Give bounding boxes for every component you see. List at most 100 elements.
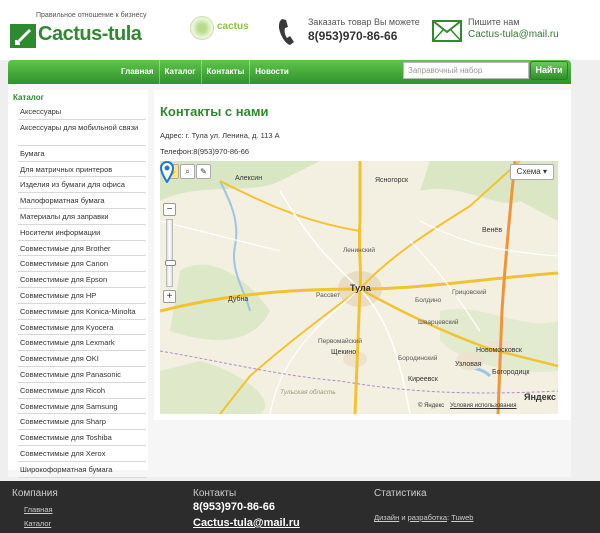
map-copyright: © Яндекс xyxy=(418,403,445,409)
category-item[interactable]: Материалы для заправки xyxy=(18,209,146,225)
credit-design-link[interactable]: Дизайн xyxy=(374,513,399,522)
nav-home[interactable]: Главная xyxy=(116,60,159,84)
logo-brand: Cactus-tula xyxy=(38,23,142,45)
map-label-grytsovsky: Грицовский xyxy=(452,289,487,296)
yandex-map[interactable]: ✋ ⌕ ✎ Схема ▾ − + Алексин Ясногорск Венё… xyxy=(160,161,558,414)
footer-link-catalog[interactable]: Каталог xyxy=(24,517,58,531)
zoom-out-button[interactable]: − xyxy=(163,203,176,216)
yandex-logo-text: Яндекс xyxy=(524,392,557,402)
category-item[interactable]: Бумага xyxy=(18,146,146,162)
header-email-link[interactable]: Cactus-tula@mail.ru xyxy=(468,29,559,40)
nav-news[interactable]: Новости xyxy=(249,60,294,84)
map-label-leninsky: Ленинский xyxy=(343,247,376,254)
category-item[interactable]: Совместимые для Konica-Minolta xyxy=(18,304,146,320)
category-item[interactable]: Совместимые для Toshiba xyxy=(18,430,146,446)
footer-stats: Статистика Дизайн и разработка: Tuweb xyxy=(374,488,473,522)
map-label-kireevsk: Киреевск xyxy=(408,376,438,383)
phone-icon xyxy=(278,19,294,45)
category-item[interactable]: Широкоформатная бумага xyxy=(18,462,146,478)
page-title: Контакты с нами xyxy=(160,104,269,119)
site-footer: Компания Главная Каталог Контакты 8(953)… xyxy=(0,481,600,533)
map-label-uzlovaya: Узловая xyxy=(455,361,482,368)
partner-badge-label: cactus xyxy=(217,21,249,32)
zoom-control: − + xyxy=(163,203,177,303)
footer-company-links: Главная Каталог xyxy=(24,503,58,531)
main-navbar: Главная Каталог Контакты Новости Заправо… xyxy=(8,60,571,84)
order-label: Заказать товар Вы можете xyxy=(308,17,420,27)
footer-credits: Дизайн и разработка: Tuweb xyxy=(374,513,473,522)
category-item[interactable]: Совместимые для Sharp xyxy=(18,414,146,431)
category-item[interactable]: Совместимые для Canon xyxy=(18,256,146,273)
nav-catalog[interactable]: Каталог xyxy=(158,60,201,84)
magnifier-icon[interactable]: ⌕ xyxy=(180,164,195,179)
credit-sep: : xyxy=(447,513,450,522)
catalog-sidebar: Каталог Аксессуары Аксессуары для мобиль… xyxy=(8,90,148,478)
map-label-novomoskovsk: Новомосковск xyxy=(476,347,522,354)
map-label-region: Тульская область xyxy=(280,389,336,396)
address-text: Адрес: г. Тула ул. Ленина, д. 113 А xyxy=(160,131,280,140)
category-item[interactable]: Совместимые для Lexmark xyxy=(18,335,146,352)
zoom-in-button[interactable]: + xyxy=(163,290,176,303)
footer-phone: 8(953)970-86-66 xyxy=(193,501,275,513)
partner-logo-icon xyxy=(190,16,214,40)
category-item[interactable]: Изделия из бумаги для офиса xyxy=(18,177,146,194)
zoom-slider[interactable] xyxy=(165,219,176,287)
category-item[interactable]: Совместимые для Kyocera xyxy=(18,320,146,336)
credit-author-link[interactable]: Tuweb xyxy=(451,513,473,522)
category-item[interactable]: Малоформатная бумага xyxy=(18,193,146,209)
map-type-selector[interactable]: Схема ▾ xyxy=(509,164,554,180)
header-mail-block: Пишите нам Cactus-tula@mail.ru xyxy=(432,16,572,48)
category-item[interactable]: Совместимые для Ricoh xyxy=(18,383,146,399)
site-header: Правильное отношение к бизнесу Cactus-tu… xyxy=(0,0,600,60)
nav-contacts[interactable]: Контакты xyxy=(200,60,250,84)
location-pin-icon[interactable] xyxy=(160,161,174,183)
footer-email-link[interactable]: Cactus-tula@mail.ru xyxy=(193,515,300,531)
map-label-yasnogorsk: Ясногорск xyxy=(375,177,409,184)
category-item[interactable]: Совместимые для OKI xyxy=(18,351,146,367)
logo-tagline: Правильное отношение к бизнесу xyxy=(36,12,147,19)
category-item[interactable]: Совместимые для Brother xyxy=(18,241,146,257)
credit-dev-link[interactable]: разработка xyxy=(408,513,447,522)
header-phone-block: Заказать товар Вы можете 8(953)970-86-66 xyxy=(278,16,428,48)
footer-stats-title: Статистика xyxy=(374,488,427,499)
category-item[interactable]: Аксессуары xyxy=(18,104,146,120)
header-phone-number: 8(953)970-86-66 xyxy=(308,29,398,43)
map-label-aleksin: Алексин xyxy=(235,175,263,182)
site-logo[interactable]: Правильное отношение к бизнесу Cactus-tu… xyxy=(10,10,150,48)
credit-and: и xyxy=(401,513,406,522)
mail-label: Пишите нам xyxy=(468,17,520,27)
footer-contacts-title: Контакты xyxy=(193,488,237,499)
zoom-slider-handle[interactable] xyxy=(165,260,176,266)
category-item[interactable]: Аксессуары для мобильной связи xyxy=(18,120,146,146)
map-label-dubna: Дубна xyxy=(228,296,249,303)
category-item[interactable]: Совместимые для Epson xyxy=(18,272,146,288)
yandex-logo: Яндекс xyxy=(524,392,556,402)
footer-company: Компания Главная Каталог xyxy=(12,488,58,531)
envelope-icon xyxy=(432,20,462,42)
category-item[interactable]: Носители информации xyxy=(18,225,146,241)
nav-links: Главная Каталог Контакты Новости xyxy=(116,60,294,84)
category-item[interactable]: Для матричных принтеров xyxy=(18,162,146,178)
phone-text: Телефон:8(953)970-86-66 xyxy=(160,147,250,156)
ruler-icon[interactable]: ✎ xyxy=(196,164,211,179)
sidebar-title: Каталог xyxy=(13,93,44,102)
map-label-venev: Венёв xyxy=(482,227,503,234)
map-label-rasset: Рассвет xyxy=(316,292,340,299)
category-item[interactable]: Совместимые для Samsung xyxy=(18,399,146,415)
logo-slash-icon xyxy=(14,28,32,46)
map-label-shvartsevsky: Шварцевский xyxy=(418,319,459,326)
map-label-tula: Тула xyxy=(350,283,371,293)
search-button[interactable]: Найти xyxy=(530,61,568,80)
footer-link-home[interactable]: Главная xyxy=(24,503,58,517)
category-item[interactable]: Совместимые для HP xyxy=(18,288,146,304)
category-item[interactable]: Совместимые для Panasonic xyxy=(18,367,146,383)
category-item[interactable]: Совместимые для Xerox xyxy=(18,446,146,462)
map-label-shchekino: Щекино xyxy=(331,349,357,356)
search-input[interactable]: Заправочный набор xyxy=(403,62,529,79)
map-terms-link[interactable]: Условия использования xyxy=(450,403,517,409)
footer-contacts: Контакты 8(953)970-86-66 Cactus-tula@mai… xyxy=(193,488,300,531)
map-label-bogoroditsk: Богородицк xyxy=(492,369,530,376)
map-label-boldino: Болдино xyxy=(415,297,442,304)
map-footer: © Яндекс Условия использования xyxy=(418,403,517,409)
partner-badge: cactus xyxy=(190,16,250,42)
